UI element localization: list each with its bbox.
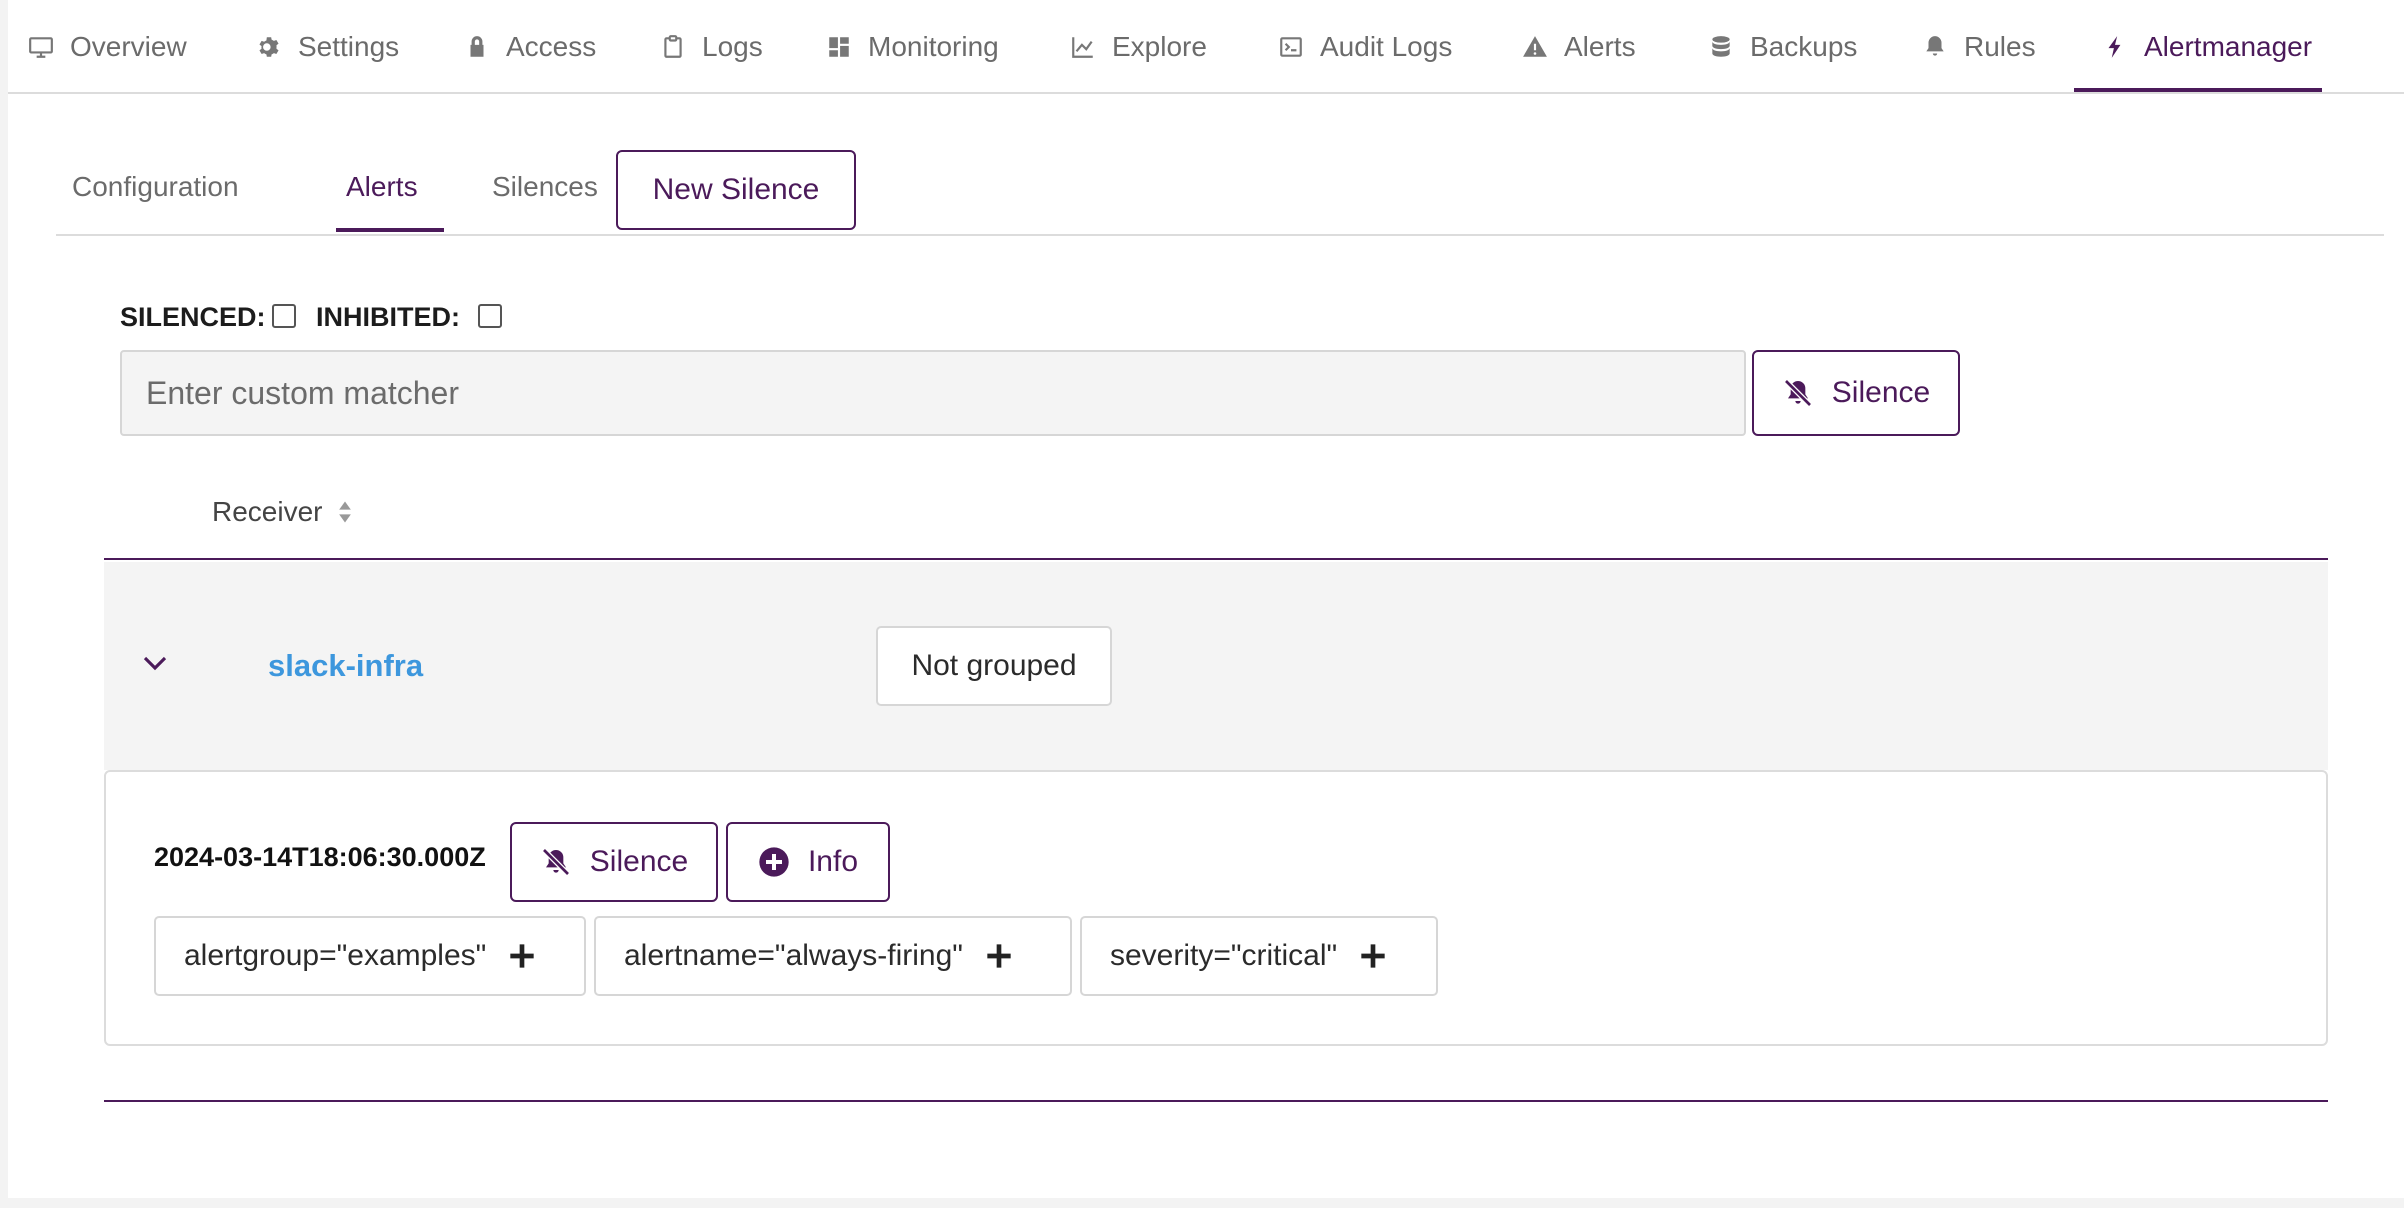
plus-icon[interactable]: [1359, 942, 1387, 970]
plus-icon[interactable]: [985, 942, 1013, 970]
dashboard-icon: [826, 34, 852, 60]
bell-slash-icon: [540, 846, 572, 878]
inhibited-label: INHIBITED:: [316, 302, 460, 332]
clipboard-icon: [660, 34, 686, 60]
nav-tab-label: Settings: [298, 31, 400, 62]
chevron-down-icon[interactable]: [140, 648, 170, 678]
bolt-icon: [2102, 34, 2128, 60]
nav-tab-alertmanager[interactable]: Alertmanager: [2102, 0, 2312, 94]
alert-timestamp: 2024-03-14T18:06:30.000Z: [154, 842, 486, 872]
receiver-link[interactable]: slack-infra: [268, 648, 423, 684]
label-chip: alertgroup="examples": [154, 916, 586, 996]
nav-tab-label: Explore: [1112, 31, 1207, 62]
page-panel: Overview Settings Access Logs Monitoring: [8, 0, 2404, 1198]
terminal-icon: [1278, 34, 1304, 60]
receiver-column-header[interactable]: Receiver: [212, 496, 352, 528]
line-chart-icon: [1070, 34, 1096, 60]
warning-icon: [1522, 34, 1548, 60]
label-text: alertname="always-firing": [624, 939, 963, 972]
nav-tab-logs[interactable]: Logs: [660, 0, 763, 94]
top-nav: Overview Settings Access Logs Monitoring: [8, 0, 2404, 94]
grouping-label: Not grouped: [911, 649, 1077, 682]
tab-active-indicator: [336, 228, 444, 232]
label-text: alertgroup="examples": [184, 939, 487, 972]
bell-icon: [1922, 34, 1948, 60]
nav-tab-label: Alerts: [1564, 31, 1636, 62]
label-text: severity="critical": [1110, 939, 1338, 972]
silence-filter-label: Silence: [1831, 376, 1931, 409]
new-silence-button[interactable]: New Silence: [616, 150, 856, 230]
plus-icon[interactable]: [508, 942, 536, 970]
silenced-checkbox[interactable]: [272, 304, 296, 328]
alert-silence-button[interactable]: Silence: [510, 822, 718, 902]
label-chip: severity="critical": [1080, 916, 1438, 996]
nav-tab-audit-logs[interactable]: Audit Logs: [1278, 0, 1452, 94]
gear-icon: [256, 34, 282, 60]
lock-icon: [464, 34, 490, 60]
monitor-icon: [28, 34, 54, 60]
plus-circle-icon: [758, 846, 790, 878]
label-chip: alertname="always-firing": [594, 916, 1072, 996]
sub-tabs: Configuration Alerts Silences New Silenc…: [56, 140, 2384, 236]
nav-tab-overview[interactable]: Overview: [28, 0, 187, 94]
tab-silences[interactable]: Silences: [492, 140, 598, 234]
tab-configuration[interactable]: Configuration: [72, 140, 239, 234]
silence-filter-button[interactable]: Silence: [1752, 350, 1960, 436]
nav-tab-label: Overview: [70, 31, 187, 62]
nav-tab-label: Alertmanager: [2144, 31, 2313, 62]
table-bottom-divider: [104, 1100, 2328, 1102]
nav-tab-rules[interactable]: Rules: [1922, 0, 2036, 94]
nav-tab-label: Backups: [1750, 31, 1858, 62]
nav-tab-alerts[interactable]: Alerts: [1522, 0, 1636, 94]
silenced-label: SILENCED:: [120, 302, 266, 332]
alert-silence-label: Silence: [589, 845, 689, 878]
tab-label: Configuration: [72, 171, 239, 202]
table-top-divider: [104, 558, 2328, 560]
grouping-badge: Not grouped: [876, 626, 1112, 706]
sort-icon: [338, 500, 352, 524]
alert-info-label: Info: [807, 845, 859, 878]
inhibited-checkbox[interactable]: [478, 304, 502, 328]
tab-label: Silences: [492, 171, 598, 202]
nav-tab-label: Access: [506, 31, 597, 62]
nav-tab-backups[interactable]: Backups: [1708, 0, 1857, 94]
database-icon: [1708, 34, 1734, 60]
nav-tab-monitoring[interactable]: Monitoring: [826, 0, 999, 94]
bell-slash-icon: [1782, 377, 1814, 409]
tab-label: Alerts: [346, 171, 418, 202]
custom-matcher-input[interactable]: [120, 350, 1746, 436]
nav-tab-explore[interactable]: Explore: [1070, 0, 1207, 94]
nav-tab-label: Rules: [1964, 31, 2036, 62]
nav-tab-label: Logs: [702, 31, 763, 62]
alert-card: 2024-03-14T18:06:30.000Z Silence Info al…: [104, 770, 2328, 1046]
alert-info-button[interactable]: Info: [726, 822, 890, 902]
receiver-header-label: Receiver: [212, 496, 323, 527]
nav-tab-settings[interactable]: Settings: [256, 0, 399, 94]
alert-group-row: slack-infra Not grouped: [104, 562, 2328, 770]
nav-tab-label: Monitoring: [868, 31, 999, 62]
new-silence-label: New Silence: [652, 173, 820, 206]
nav-tab-label: Audit Logs: [1320, 31, 1453, 62]
nav-active-indicator: [2074, 88, 2322, 92]
tab-alerts[interactable]: Alerts: [346, 140, 418, 234]
nav-tab-access[interactable]: Access: [464, 0, 596, 94]
